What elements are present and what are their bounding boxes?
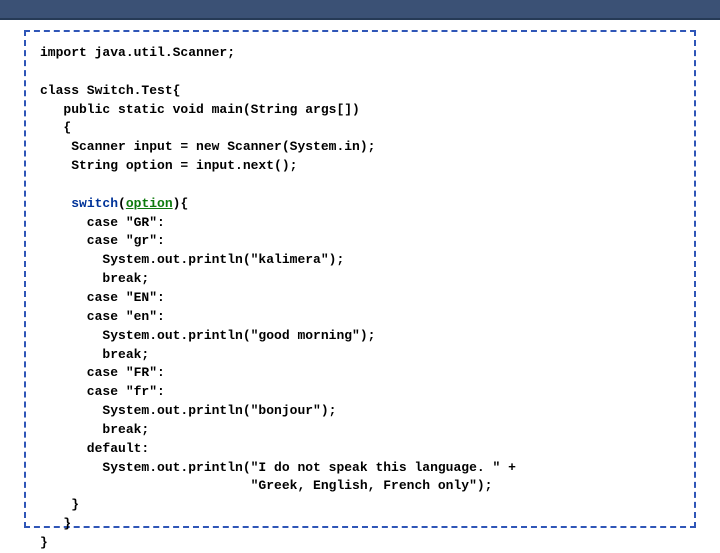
code-line: case "fr": xyxy=(40,384,165,399)
code-line: } xyxy=(40,535,48,550)
keyword-switch: switch xyxy=(71,196,118,211)
code-line: break; xyxy=(40,347,149,362)
code-line: case "GR": xyxy=(40,215,165,230)
code-line: String option = input.next(); xyxy=(40,158,297,173)
code-line: ){ xyxy=(173,196,189,211)
code-line: "Greek, English, French only"); xyxy=(40,478,492,493)
code-container: import java.util.Scanner; class Switch.T… xyxy=(24,30,696,528)
code-line: { xyxy=(40,120,71,135)
code-line: import java.util.Scanner; xyxy=(40,45,235,60)
var-option: option xyxy=(126,196,173,211)
code-line: System.out.println("kalimera"); xyxy=(40,252,344,267)
code-line: Scanner input = new Scanner(System.in); xyxy=(40,139,375,154)
code-line: break; xyxy=(40,271,149,286)
header-bar xyxy=(0,0,720,20)
code-line: System.out.println("good morning"); xyxy=(40,328,375,343)
code-line: class Switch.Test{ xyxy=(40,83,180,98)
code-line: System.out.println("bonjour"); xyxy=(40,403,336,418)
code-line: default: xyxy=(40,441,149,456)
code-line: public static void main(String args[]) xyxy=(40,102,360,117)
code-line xyxy=(40,196,71,211)
code-line: case "EN": xyxy=(40,290,165,305)
code-line: } xyxy=(40,516,71,531)
code-line: break; xyxy=(40,422,149,437)
code-line: case "gr": xyxy=(40,233,165,248)
code-line: } xyxy=(40,497,79,512)
code-line: System.out.println("I do not speak this … xyxy=(40,460,516,475)
code-line: case "en": xyxy=(40,309,165,324)
code-block: import java.util.Scanner; class Switch.T… xyxy=(40,44,680,553)
code-line: case "FR": xyxy=(40,365,165,380)
code-line: ( xyxy=(118,196,126,211)
